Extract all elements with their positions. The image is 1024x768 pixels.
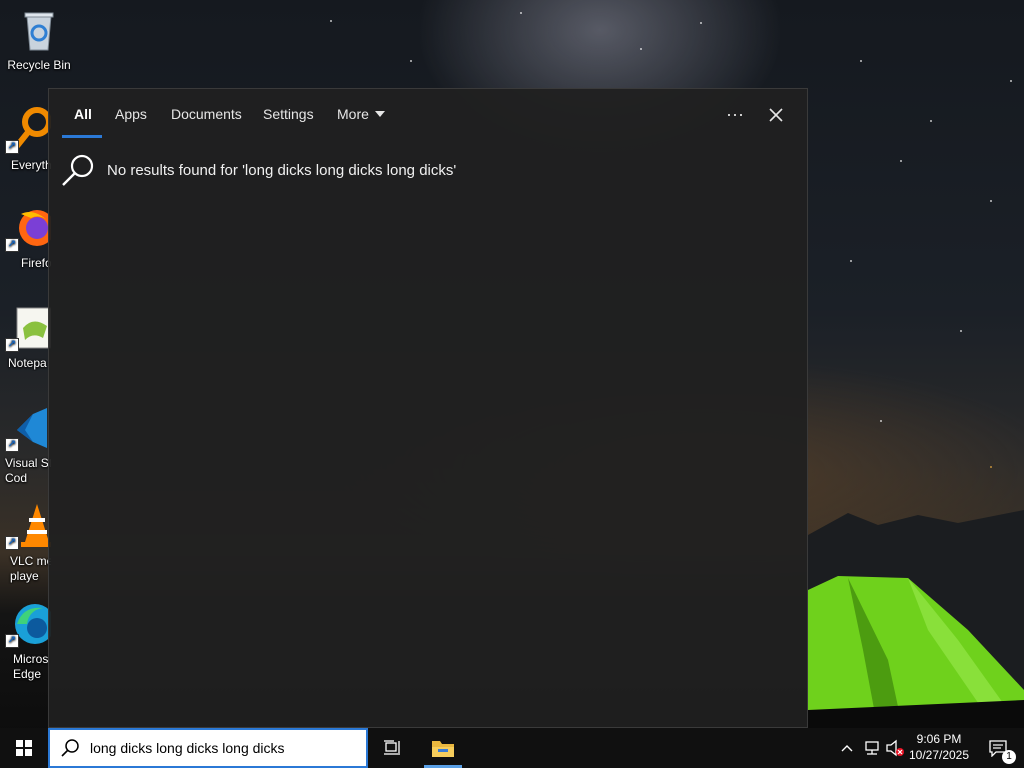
task-view-icon xyxy=(384,740,400,755)
search-icon xyxy=(61,739,79,757)
desktop-icon-edge[interactable]: ↗ Micros Edge xyxy=(3,600,51,682)
tab-more-label: More xyxy=(337,106,369,122)
show-hidden-icons-button[interactable] xyxy=(836,728,858,768)
desktop-icon-label: VLC me playe xyxy=(10,554,51,583)
everything-icon: ↗ xyxy=(3,106,51,154)
search-results-panel: All Apps Documents Settings More ··· No … xyxy=(48,88,808,728)
shortcut-arrow-icon: ↗ xyxy=(5,536,19,550)
search-input[interactable] xyxy=(90,740,350,756)
start-button[interactable] xyxy=(0,728,48,768)
more-options-button[interactable]: ··· xyxy=(719,101,751,129)
tab-documents[interactable]: Documents xyxy=(171,106,242,122)
search-tabs: All Apps Documents Settings More ··· xyxy=(49,89,807,139)
desktop-icon-everything[interactable]: ↗ Everyth xyxy=(3,106,51,173)
tab-apps[interactable]: Apps xyxy=(115,106,147,122)
windows-logo-icon xyxy=(16,740,32,756)
task-view-button[interactable] xyxy=(372,728,412,768)
desktop-icon-notepad[interactable]: ↗ Notepa xyxy=(3,304,51,371)
desktop-icon-label: Recycle Bin xyxy=(7,58,71,72)
close-button[interactable] xyxy=(760,101,792,129)
green-tent xyxy=(808,576,1024,730)
shortcut-arrow-icon: ↗ xyxy=(5,634,19,648)
recycle-bin-icon xyxy=(15,6,63,54)
desktop-icon-firefox[interactable]: ↗ Firefo xyxy=(3,204,51,271)
shortcut-arrow-icon: ↗ xyxy=(5,338,19,352)
taskbar: 9:06 PM 10/27/2025 1 xyxy=(0,728,1024,768)
desktop-icon-vlc[interactable]: ↗ VLC me playe xyxy=(3,502,51,584)
clock[interactable]: 9:06 PM 10/27/2025 xyxy=(906,731,972,763)
shortcut-arrow-icon: ↗ xyxy=(5,238,19,252)
desktop-icon-vscode[interactable]: ↗ Visual St Cod xyxy=(3,404,51,486)
no-results-text: No results found for 'long dicks long di… xyxy=(107,161,457,179)
chevron-up-icon xyxy=(841,745,853,752)
taskbar-search-box[interactable] xyxy=(48,728,368,768)
vlc-icon: ↗ xyxy=(3,502,51,550)
tab-more[interactable]: More xyxy=(337,106,385,122)
clock-time: 9:06 PM xyxy=(916,732,962,746)
notifications-button[interactable]: 1 xyxy=(978,728,1018,768)
shortcut-arrow-icon: ↗ xyxy=(5,438,19,452)
folder-icon xyxy=(432,741,454,757)
notification-count-badge: 1 xyxy=(1002,750,1016,764)
desktop-icon-label: Everyth xyxy=(11,158,51,172)
search-icon xyxy=(62,154,94,186)
volume-button[interactable] xyxy=(884,728,906,768)
desktop-icon-label: Micros Edge xyxy=(13,652,49,681)
desktop-icon-label: Visual St Cod xyxy=(5,456,51,485)
shortcut-arrow-icon: ↗ xyxy=(5,140,19,154)
desktop-icon-label: Notepa xyxy=(8,356,47,370)
vscode-icon: ↗ xyxy=(3,404,51,452)
file-explorer-button[interactable] xyxy=(423,728,463,768)
no-results-message: No results found for 'long dicks long di… xyxy=(61,153,456,187)
tab-all[interactable]: All xyxy=(74,106,92,122)
network-icon xyxy=(865,741,879,755)
active-tab-indicator xyxy=(62,135,102,138)
desktop-icon-recycle-bin[interactable]: Recycle Bin xyxy=(3,6,75,73)
volume-muted-icon xyxy=(886,739,904,757)
desktop-icon-label: Firefo xyxy=(21,256,51,270)
close-icon xyxy=(769,108,783,122)
network-button[interactable] xyxy=(860,728,884,768)
firefox-icon: ↗ xyxy=(3,204,51,252)
tab-settings[interactable]: Settings xyxy=(263,106,314,122)
notepad-plus-plus-icon: ↗ xyxy=(3,304,51,352)
edge-icon: ↗ xyxy=(3,600,51,648)
clock-date: 10/27/2025 xyxy=(908,748,970,762)
caret-down-icon xyxy=(374,111,385,117)
